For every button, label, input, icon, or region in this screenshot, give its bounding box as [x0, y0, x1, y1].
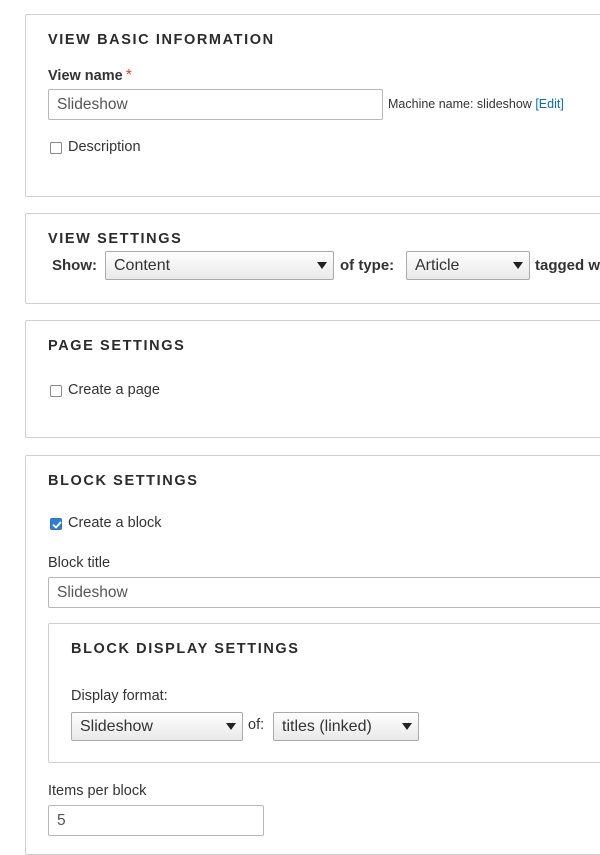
- page-settings-legend: Page settings: [48, 338, 186, 354]
- machine-name-prefix: Machine name: slideshow: [388, 97, 532, 111]
- view-name-label-text: View name: [48, 68, 123, 84]
- block-display-settings-legend: Block display settings: [71, 641, 300, 657]
- show-select-value: Content: [114, 257, 171, 274]
- items-per-block-input[interactable]: 5: [48, 805, 264, 836]
- display-format-select[interactable]: Slideshow: [71, 712, 243, 741]
- tagged-with-label: tagged w: [535, 257, 600, 274]
- machine-name-edit-label[interactable]: Edit: [539, 97, 561, 111]
- page-settings-fieldset: Page settings Create a page: [25, 320, 600, 438]
- checkmark-icon: [52, 521, 62, 529]
- type-select-chevron-down-icon: [513, 262, 523, 269]
- view-name-label: View name *: [48, 67, 132, 85]
- show-label: Show:: [52, 257, 97, 274]
- view-name-input[interactable]: Slideshow: [48, 89, 383, 120]
- show-select-chevron-down-icon: [317, 262, 327, 269]
- items-per-block-label: Items per block: [48, 783, 147, 799]
- view-basic-information-legend: View basic information: [48, 32, 275, 48]
- block-settings-fieldset: Block settings Create a block Block titl…: [25, 455, 600, 855]
- description-label[interactable]: Description: [68, 139, 141, 155]
- of-select-chevron-down-icon: [402, 723, 412, 730]
- type-select-value: Article: [415, 257, 460, 274]
- machine-name-edit-link[interactable]: [Edit]: [535, 97, 564, 111]
- create-block-checkbox[interactable]: [50, 518, 62, 530]
- block-display-settings-fieldset: Block display settings Display format: S…: [48, 623, 600, 763]
- create-block-label[interactable]: Create a block: [68, 515, 162, 531]
- display-format-label: Display format:: [71, 688, 168, 704]
- of-type-label: of type:: [340, 257, 395, 274]
- of-label: of:: [248, 717, 265, 733]
- required-marker: *: [125, 67, 132, 84]
- block-title-input[interactable]: Slideshow: [48, 577, 600, 608]
- display-format-chevron-down-icon: [226, 723, 236, 730]
- create-page-checkbox[interactable]: [50, 385, 62, 397]
- block-title-label: Block title: [48, 555, 111, 571]
- view-settings-legend: View settings: [48, 231, 183, 247]
- display-format-select-value: Slideshow: [80, 718, 153, 735]
- view-basic-information-fieldset: View basic information View name * Slides…: [25, 14, 600, 197]
- view-settings-fieldset: View settings Show: Content of type: Art…: [25, 213, 600, 304]
- machine-name-text: Machine name: slideshow [Edit]: [388, 97, 564, 111]
- description-checkbox[interactable]: [50, 142, 62, 154]
- of-select-value: titles (linked): [282, 718, 372, 735]
- create-page-label[interactable]: Create a page: [68, 382, 160, 398]
- of-select[interactable]: titles (linked): [273, 712, 419, 741]
- type-select[interactable]: Article: [406, 251, 530, 280]
- block-settings-legend: Block settings: [48, 473, 199, 489]
- show-select[interactable]: Content: [105, 251, 334, 280]
